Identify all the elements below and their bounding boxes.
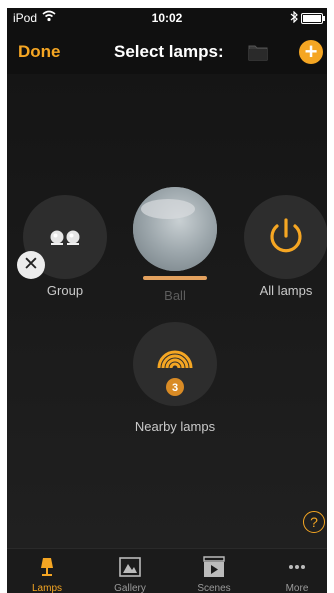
tab-lamps-label: Lamps [31,583,62,593]
close-button[interactable]: ✕ [17,251,45,279]
help-button[interactable]: ? [303,511,325,533]
bluetooth-icon [290,11,298,23]
group-label: Group [46,283,84,298]
nearby-count-badge: 3 [172,382,178,394]
nearby-lamps-label: Nearby lamps [134,419,216,434]
tab-bar: Lamps Gallery Scenes More [7,548,327,593]
lamp-icon [41,558,53,576]
plus-icon: + [304,39,318,64]
signal-icon: 3 [157,350,193,396]
all-lamps-label: All lamps [259,283,313,298]
app-screen: iPod 10:02 Done Select lamps: + ✕ Group … [7,8,327,593]
gallery-icon [119,557,141,577]
tab-scenes[interactable]: Scenes [182,549,246,593]
all-lamps-tile[interactable] [244,195,327,279]
tab-more[interactable]: More [265,549,327,593]
ball-label: Ball [164,288,186,303]
navigation-bar: Done Select lamps: + [7,28,327,74]
status-bar: iPod 10:02 [7,8,327,28]
tab-gallery-label: Gallery [114,583,146,593]
status-time: 10:02 [151,11,183,25]
scenes-icon [203,556,225,577]
tab-scenes-label: Scenes [197,583,231,593]
page-title: Select lamps: [114,42,224,61]
done-button[interactable]: Done [18,42,61,62]
lamp-selection-area: ✕ Group Ball All lamps 3 Nearby lamps ? [7,74,327,548]
ball-lamp-highlight [141,199,195,219]
more-icon [289,565,305,569]
ball-tile[interactable] [133,187,217,271]
ball-brightness-bar [143,276,207,280]
add-button[interactable]: + [299,40,323,64]
battery-icon [301,13,325,24]
close-icon: ✕ [23,254,39,275]
nearby-lamps-tile[interactable]: 3 [133,322,217,406]
tab-gallery[interactable]: Gallery [98,549,162,593]
tab-more-label: More [285,583,309,593]
folder-icon[interactable] [248,42,268,62]
power-icon [270,218,302,253]
question-icon: ? [310,514,318,530]
tab-lamps[interactable]: Lamps [15,549,79,593]
